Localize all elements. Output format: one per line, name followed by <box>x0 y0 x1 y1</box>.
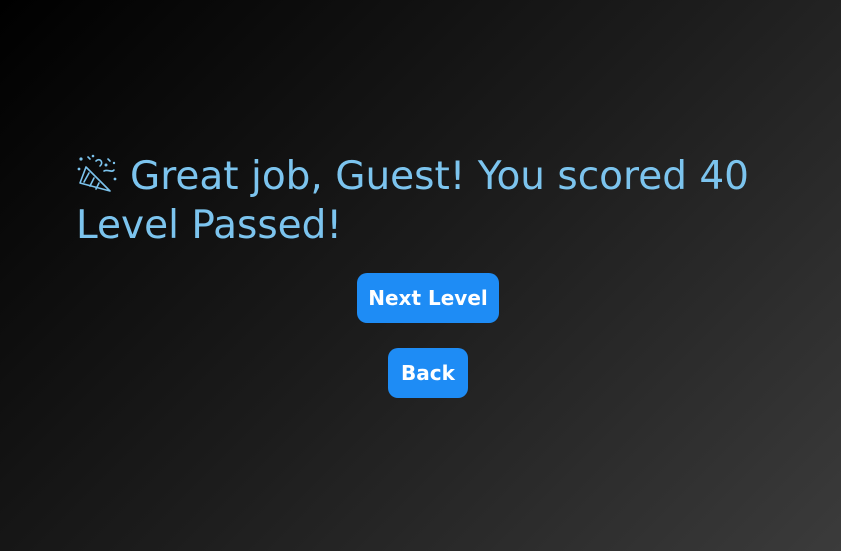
score-text: Great job, Guest! You scored 40 <box>130 154 749 199</box>
back-button[interactable]: Back <box>388 348 468 398</box>
next-level-button[interactable]: Next Level <box>357 273 499 323</box>
party-popper-icon <box>77 154 117 192</box>
result-message: Great job, Guest! You scored 40 Level Pa… <box>76 152 816 250</box>
score-line: Great job, Guest! You scored 40 <box>76 152 816 201</box>
level-status: Level Passed! <box>76 203 343 248</box>
